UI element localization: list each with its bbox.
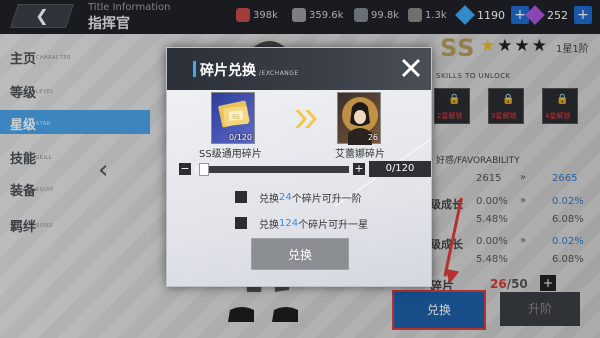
source-fragment-name: SS级通用碎片 [199, 149, 262, 160]
slider-track[interactable] [195, 163, 349, 176]
double-chevron-right-icon [295, 110, 317, 128]
checkbox[interactable] [235, 217, 247, 229]
close-icon[interactable] [397, 54, 425, 82]
target-fragment-name: 艾蕾娜碎片 [335, 149, 385, 160]
decrease-button[interactable]: − [179, 163, 191, 175]
option-upgrade-star[interactable]: 兑换 124 个碎片可升一星 [235, 215, 368, 231]
corner-bracket [167, 282, 171, 286]
increase-button[interactable]: + [353, 163, 365, 175]
slider-value: 0/120 [369, 161, 431, 177]
confirm-exchange-button[interactable]: 兑换 [251, 238, 349, 270]
corner-bracket [427, 282, 431, 286]
dialog-header: 碎片兑换 /EXCHANGE [167, 48, 431, 90]
fragment-exchange-dialog: 碎片兑换 /EXCHANGE SS 0/120 SS级通用碎片 26 艾蕾娜碎片 [166, 47, 432, 287]
dialog-title: 碎片兑换 [200, 63, 256, 79]
source-fragment-card: SS 0/120 [211, 92, 255, 144]
title-accent [193, 61, 196, 77]
dialog-subtitle: /EXCHANGE [259, 70, 299, 77]
svg-text:SS: SS [232, 114, 240, 121]
slider-handle[interactable] [199, 163, 209, 176]
corner-bracket [167, 48, 171, 52]
checkbox[interactable] [235, 191, 247, 203]
corner-bracket [427, 48, 431, 52]
quantity-slider: − + 0/120 [179, 161, 431, 177]
target-fragment-card: 26 [337, 92, 381, 145]
option-upgrade-stage[interactable]: 兑换 24 个碎片可升一阶 [235, 189, 362, 205]
